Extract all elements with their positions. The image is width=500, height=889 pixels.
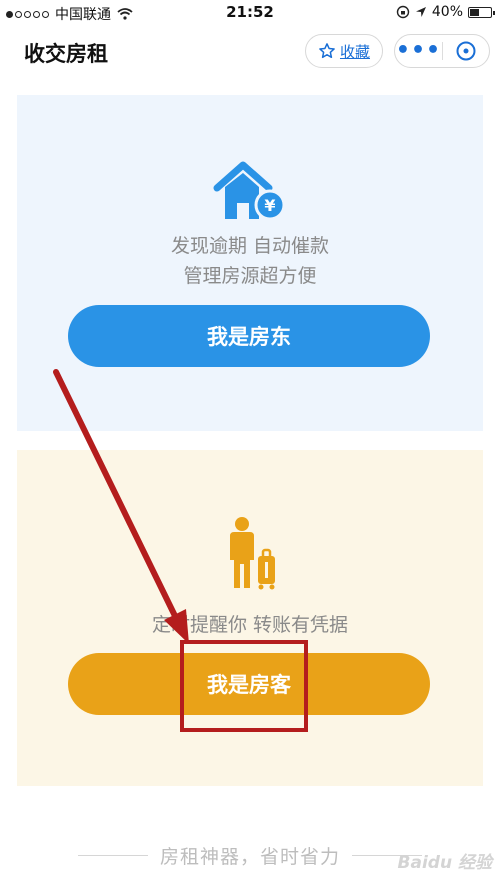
annotation-highlight-box (180, 640, 308, 732)
annotation-arrow (53, 369, 189, 644)
